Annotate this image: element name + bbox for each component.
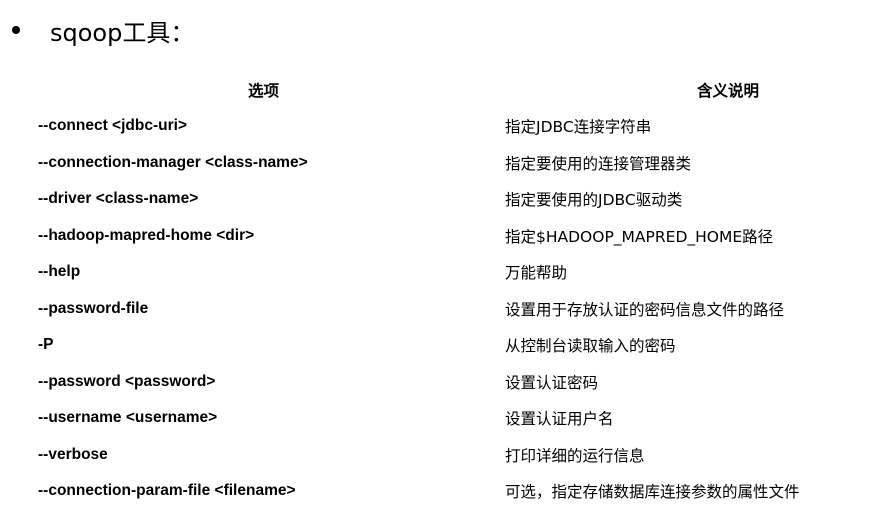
option-cell: --verbose: [38, 445, 108, 463]
description-cell: 从控制台读取输入的密码: [505, 337, 676, 356]
option-cell: --password <password>: [38, 372, 216, 390]
table-row: --hadoop-mapred-home <dir> 指定$HADOOP_MAP…: [0, 218, 880, 255]
option-cell: --connect <jdbc-uri>: [38, 117, 187, 135]
option-cell: --username <username>: [38, 409, 218, 427]
table-header-row: 选项 含义说明: [0, 72, 880, 108]
description-cell: 万能帮助: [505, 264, 568, 283]
option-cell: --password-file: [38, 299, 149, 317]
column-header-option: 选项: [248, 82, 280, 100]
table-row: --verbose 打印详细的运行信息: [0, 437, 880, 474]
table-row: --driver <class-name> 指定要使用的JDBC驱动类: [0, 181, 880, 218]
option-cell: --connection-param-file <filename>: [38, 482, 296, 500]
bullet-heading: sqoop工具：: [12, 12, 194, 48]
page-title: sqoop工具：: [50, 18, 195, 47]
description-cell: 设置用于存放认证的密码信息文件的路径: [505, 300, 785, 319]
description-cell: 设置认证用户名: [505, 410, 614, 429]
table-row: --help 万能帮助: [0, 254, 880, 291]
table-row: --connection-manager <class-name> 指定要使用的…: [0, 145, 880, 182]
table-row: -P 从控制台读取输入的密码: [0, 327, 880, 364]
option-cell: --driver <class-name>: [38, 190, 199, 208]
option-cell: --help: [38, 263, 81, 281]
table-row: --password-file 设置用于存放认证的密码信息文件的路径: [0, 291, 880, 328]
description-cell: 设置认证密码: [505, 373, 599, 392]
description-cell: 指定要使用的连接管理器类: [505, 154, 692, 173]
option-cell: --connection-manager <class-name>: [38, 153, 308, 171]
description-cell: 打印详细的运行信息: [505, 446, 645, 465]
description-cell: 指定JDBC连接字符串: [505, 118, 652, 137]
description-cell: 可选，指定存储数据库连接参数的属性文件: [505, 483, 800, 502]
table-row: --connect <jdbc-uri> 指定JDBC连接字符串: [0, 108, 880, 145]
option-cell: --hadoop-mapred-home <dir>: [38, 226, 255, 244]
table-row: --password <password> 设置认证密码: [0, 364, 880, 401]
table-row: --username <username> 设置认证用户名: [0, 400, 880, 437]
description-cell: 指定$HADOOP_MAPRED_HOME路径: [505, 227, 774, 246]
column-header-description: 含义说明: [697, 82, 760, 100]
bullet-icon: [12, 26, 20, 34]
table-row: --connection-param-file <filename> 可选，指定…: [0, 473, 880, 510]
description-cell: 指定要使用的JDBC驱动类: [505, 191, 683, 210]
option-cell: -P: [38, 336, 54, 354]
options-table: 选项 含义说明 --connect <jdbc-uri> 指定JDBC连接字符串…: [0, 72, 880, 510]
